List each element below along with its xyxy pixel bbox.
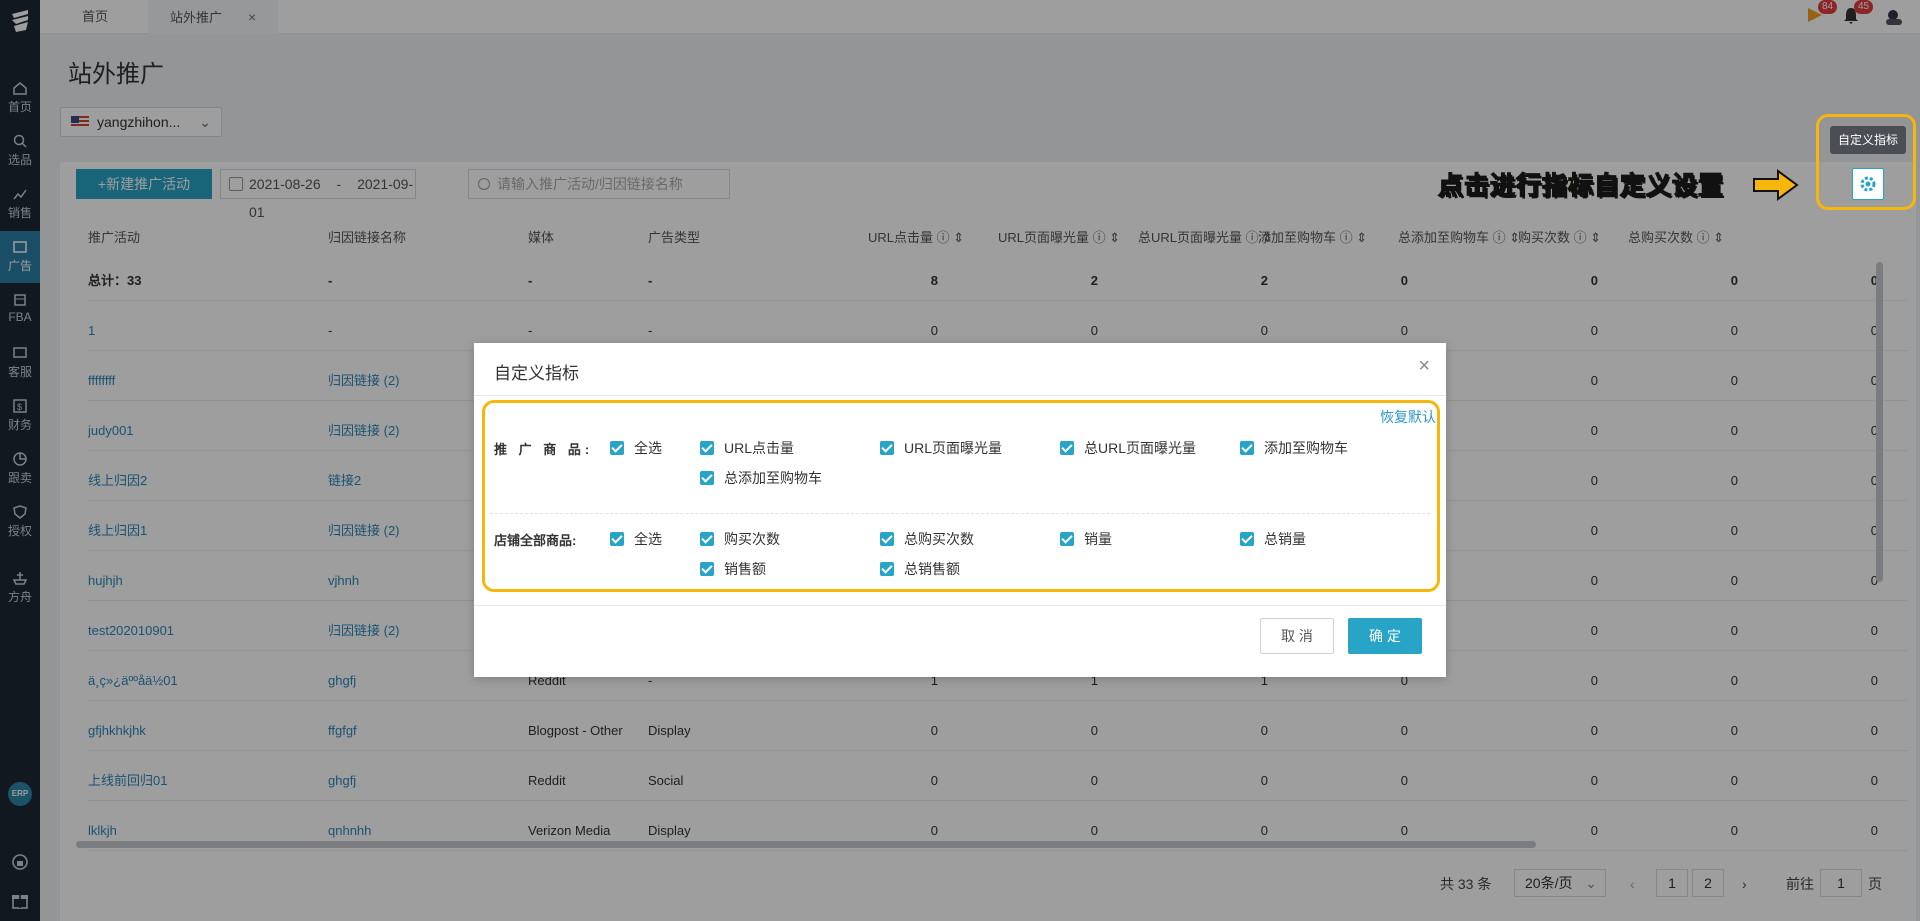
- metrics-highlight-box: [482, 400, 1440, 592]
- confirm-button[interactable]: 确 定: [1348, 618, 1422, 654]
- arrow-right-icon: [1753, 169, 1799, 201]
- gear-icon: [1860, 176, 1876, 192]
- cancel-button[interactable]: 取 消: [1260, 618, 1334, 654]
- modal-footer-divider: [474, 605, 1446, 606]
- settings-gear-button[interactable]: [1852, 168, 1884, 200]
- modal-title: 自定义指标: [494, 364, 579, 383]
- modal-divider: [474, 395, 1446, 396]
- close-icon[interactable]: ×: [1418, 355, 1430, 378]
- custom-metrics-tooltip: 自定义指标: [1830, 126, 1906, 154]
- callout-text: 点击进行指标自定义设置: [1437, 171, 1725, 200]
